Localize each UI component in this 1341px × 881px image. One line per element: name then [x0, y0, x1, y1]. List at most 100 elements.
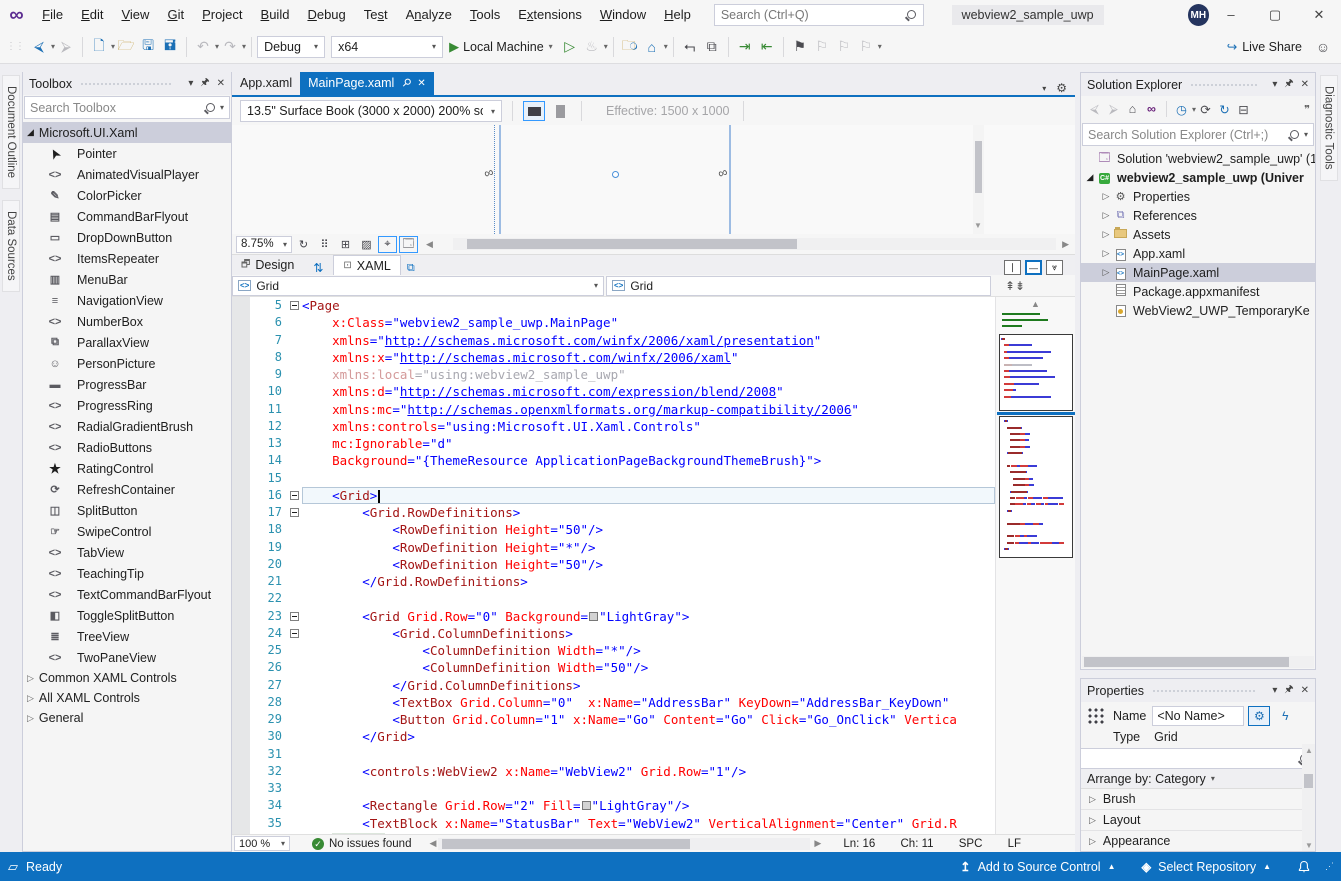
tree-item-package-appxmanifest[interactable]: Package.appxmanifest — [1081, 282, 1315, 301]
snapline-icon[interactable]: ▨ — [357, 236, 376, 253]
menu-tools[interactable]: Tools — [461, 0, 509, 30]
save-all-button[interactable]: 🖬 — [160, 36, 180, 58]
solution-explorer-hscrollbar[interactable] — [1082, 656, 1314, 668]
scrollbar-thumb[interactable] — [975, 141, 982, 193]
color-swatch-icon[interactable] — [582, 801, 591, 810]
resize-grip[interactable]: ⋰ — [1325, 861, 1335, 872]
code-line-24[interactable]: <Grid.ColumnDefinitions> — [302, 625, 995, 642]
health-indicator[interactable]: ✓ No issues found — [312, 838, 411, 850]
menu-edit[interactable]: Edit — [72, 0, 112, 30]
refresh-designer-icon[interactable]: ↻ — [294, 236, 313, 253]
toolbox-header[interactable]: Toolbox ▾ 🖈 ✕ — [23, 72, 231, 95]
refresh-icon[interactable]: ↻ — [1215, 99, 1234, 119]
minimize-button[interactable]: – — [1209, 0, 1253, 30]
tree-item-solution-webview2-sample-uwp-1[interactable]: 🗔Solution 'webview2_sample_uwp' (1 — [1081, 149, 1315, 168]
chevron-closed-icon[interactable]: ▷ — [1101, 267, 1111, 278]
scroll-right-icon[interactable]: ▶ — [814, 838, 821, 849]
code-line-28[interactable]: <TextBox Grid.Column="0" x:Name="Address… — [302, 694, 995, 711]
code-line-19[interactable]: <RowDefinition Height="*"/> — [302, 539, 995, 556]
tree-item-references[interactable]: ▷⧉References — [1081, 206, 1315, 225]
design-surface[interactable]: ∞ ∞ ▼ — [232, 125, 1075, 234]
toolbox-group-all-xaml-controls[interactable]: ▷All XAML Controls — [23, 688, 231, 708]
toolbox-item-progressbar[interactable]: ▬ProgressBar — [23, 374, 231, 395]
code-line-16[interactable]: <Grid> — [302, 487, 995, 504]
solution-explorer-header[interactable]: Solution Explorer ▾ 🖈 ✕ — [1081, 73, 1315, 96]
scroll-right-icon[interactable]: ▶ — [1062, 239, 1069, 250]
select-repository-button[interactable]: ◈ Select Repository ▲ — [1141, 859, 1271, 874]
avatar[interactable]: MH — [1188, 4, 1209, 26]
new-project-button[interactable]: 🗋 — [89, 36, 109, 58]
toolbox-item-dropdownbutton[interactable]: ▭DropDownButton — [23, 227, 231, 248]
code-line-31[interactable] — [302, 746, 995, 763]
toolbox-item-teachingtip[interactable]: <>TeachingTip — [23, 563, 231, 584]
toolbox-item-togglesplitbutton[interactable]: ◧ToggleSplitButton — [23, 605, 231, 626]
side-tab-document-outline[interactable]: Document Outline — [2, 75, 20, 189]
menu-project[interactable]: Project — [193, 0, 251, 30]
menu-extensions[interactable]: Extensions — [509, 0, 591, 30]
scrollbar-thumb[interactable] — [1304, 774, 1313, 788]
design-horizontal-scrollbar[interactable] — [453, 238, 1056, 250]
toolbox-item-radialgradientbrush[interactable]: <>RadialGradientBrush — [23, 416, 231, 437]
pin-icon[interactable]: ⚲ — [395, 73, 417, 95]
indent-decrease-button[interactable]: ⇤ — [757, 36, 777, 58]
sync-with-active-document-icon[interactable]: ⟳ — [1196, 99, 1215, 119]
solution-platform-dropdown[interactable]: x64▾ — [331, 36, 443, 58]
toolbox-item-textcommandbarflyout[interactable]: <>TextCommandBarFlyout — [23, 584, 231, 605]
code-line-22[interactable] — [302, 590, 995, 607]
space-mode-label[interactable]: SPC — [959, 838, 983, 850]
scroll-up-icon[interactable]: ▲ — [1305, 746, 1313, 755]
grid-adorner-handle[interactable] — [612, 171, 619, 178]
code-line-7[interactable]: xmlns="http://schemas.microsoft.com/winf… — [302, 332, 995, 349]
column-lock-adorner-icon[interactable]: ∞ — [716, 164, 729, 181]
code-line-8[interactable]: xmlns:x="http://schemas.microsoft.com/wi… — [302, 349, 995, 366]
fold-collapse-icon[interactable] — [290, 629, 299, 638]
save-button[interactable]: 🖫 — [138, 36, 158, 58]
tree-item-app-xaml[interactable]: ▷<>App.xaml — [1081, 244, 1315, 263]
popout-pane-icon[interactable]: ⧉ — [401, 262, 421, 275]
line-ending-label[interactable]: LF — [1008, 838, 1021, 850]
code-line-29[interactable]: <Button Grid.Column="1" x:Name="Go" Cont… — [302, 711, 995, 728]
find-in-files-button[interactable]: 🗀🔾 — [620, 36, 640, 58]
side-tab-data-sources[interactable]: Data Sources — [2, 200, 20, 292]
toolbox-item-menubar[interactable]: ▥MenuBar — [23, 269, 231, 290]
toolbox-item-tabview[interactable]: <>TabView — [23, 542, 231, 563]
menu-test[interactable]: Test — [355, 0, 397, 30]
toolbox-item-parallaxview[interactable]: ⧉ParallaxView — [23, 332, 231, 353]
navigate-forward-button[interactable]: ⮚ — [56, 36, 76, 58]
show-grid-icon[interactable]: ⠿ — [315, 236, 334, 253]
outlining-margin[interactable] — [286, 297, 302, 834]
panel-pin-icon[interactable]: 🖈 — [1284, 682, 1293, 699]
toolbox-group-common-xaml-controls[interactable]: ▷Common XAML Controls — [23, 668, 231, 688]
property-section-brush[interactable]: ▷Brush — [1081, 789, 1315, 810]
code-line-21[interactable]: </Grid.RowDefinitions> — [302, 573, 995, 590]
color-swatch-icon[interactable] — [589, 612, 598, 621]
toolbox-group-general[interactable]: ▷General — [23, 708, 231, 728]
toolbox-item-pointer[interactable]: ➤Pointer — [23, 143, 231, 164]
solution-explorer-search-input[interactable]: Search Solution Explorer (Ctrl+;) ▾ — [1082, 123, 1314, 146]
open-file-button[interactable]: 🗁 — [116, 36, 136, 58]
feedback-icon[interactable]: ☺ — [1313, 36, 1333, 58]
add-to-source-control-button[interactable]: ↥ Add to Source Control ▲ — [960, 859, 1115, 874]
toolbox-item-personpicture[interactable]: ☺PersonPicture — [23, 353, 231, 374]
scroll-down-icon[interactable]: ▼ — [1305, 841, 1313, 850]
toolbox-item-itemsrepeater[interactable]: <>ItemsRepeater — [23, 248, 231, 269]
chevron-open-icon[interactable]: ◢ — [1085, 172, 1095, 183]
minimap-scrollbar[interactable]: ▲ — [995, 297, 1075, 834]
properties-header[interactable]: Properties ▾ 🖈 ✕ — [1081, 679, 1315, 702]
toolbox-item-colorpicker[interactable]: ✎ColorPicker — [23, 185, 231, 206]
indicator-margin[interactable] — [232, 297, 250, 834]
collapse-pane-button[interactable]: ⩔ — [1046, 260, 1063, 275]
code-line-23[interactable]: <Grid Grid.Row="0" Background="LightGray… — [302, 608, 995, 625]
toolbox-close-icon[interactable]: ✕ — [217, 78, 225, 89]
toolbox-item-splitbutton[interactable]: ◫SplitButton — [23, 500, 231, 521]
fold-collapse-icon[interactable] — [290, 508, 299, 517]
tab-mainpage-xaml[interactable]: MainPage.xaml ⚲ ✕ — [300, 72, 434, 95]
start-without-debugging-button[interactable]: ▷ — [560, 36, 580, 58]
code-line-9[interactable]: xmlns:local="using:webview2_sample_uwp" — [302, 366, 995, 383]
navigate-back-button[interactable]: ⮘ — [29, 36, 49, 58]
toolbox-pin-icon[interactable]: 🖈 — [200, 75, 209, 92]
scroll-up-icon[interactable]: ▲ — [996, 299, 1075, 311]
maximize-button[interactable]: ▢ — [1253, 0, 1297, 30]
code-line-6[interactable]: x:Class="webview2_sample_uwp.MainPage" — [302, 314, 995, 331]
code-line-14[interactable]: Background="{ThemeResource ApplicationPa… — [302, 452, 995, 469]
